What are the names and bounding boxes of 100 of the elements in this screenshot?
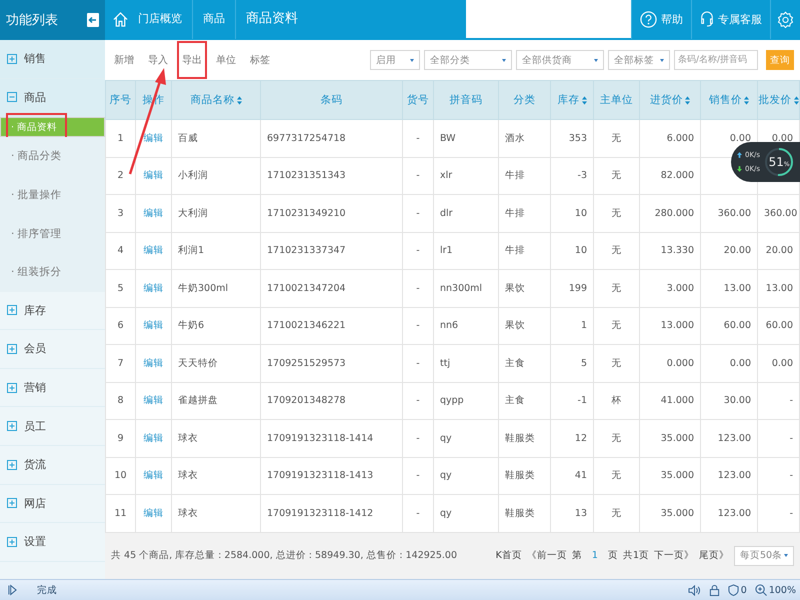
table-cell: 10: [574, 245, 587, 256]
table-cell: 3: [117, 208, 124, 219]
sidebar-subitem[interactable]: · 组装拆分: [0, 252, 105, 292]
table-cell: 1709201348278: [267, 395, 346, 406]
table-cell: 20.00: [724, 245, 751, 256]
sort-icon: [236, 96, 242, 105]
sidebar-label: 库存: [24, 302, 46, 318]
next-page-link[interactable]: 下一页》: [654, 549, 694, 562]
table-cell: 酒水: [505, 132, 525, 144]
query-button[interactable]: 查询: [766, 50, 794, 70]
table-cell: dlr: [440, 208, 453, 219]
edit-link[interactable]: 编辑: [144, 395, 164, 406]
toolbar-link[interactable]: 单位: [211, 48, 241, 72]
table-cell: 13.00: [766, 282, 793, 294]
table-cell: -: [416, 208, 420, 219]
sidebar-item[interactable]: 商品: [0, 78, 105, 118]
filter-dropdown[interactable]: 全部供货商: [516, 50, 604, 70]
lock-icon[interactable]: [708, 584, 720, 596]
table-cell: 鞋服类: [505, 470, 535, 482]
table-cell: 无: [612, 320, 622, 332]
column-header[interactable]: 销售价: [700, 80, 758, 120]
column-header[interactable]: 商品名称: [172, 80, 260, 120]
table-cell: 41.000: [660, 395, 694, 406]
table-cell: 35.000: [660, 470, 694, 482]
table-cell: 1709191323118-1412: [267, 508, 374, 519]
edit-link[interactable]: 编辑: [144, 170, 164, 182]
table-cell: 20.00: [766, 245, 793, 256]
home-icon[interactable]: [113, 10, 128, 28]
column-header[interactable]: 批发价: [758, 80, 800, 120]
help-label: 帮助: [661, 12, 683, 26]
table-cell: 1: [117, 132, 124, 144]
table-cell: 5: [117, 282, 124, 294]
sidebar-item[interactable]: 网店: [0, 484, 105, 524]
upload-arrow-icon: [737, 152, 742, 158]
first-page-link[interactable]: K首页: [496, 549, 522, 562]
page-field[interactable]: 1: [586, 550, 603, 562]
sidebar-label: 销售: [24, 51, 46, 66]
sidebar-subitem[interactable]: · 排序管理: [0, 214, 105, 253]
breadcrumb-link[interactable]: 门店概览: [128, 0, 193, 39]
column-header[interactable]: 进货价: [640, 80, 700, 120]
table-cell: qy: [440, 470, 452, 482]
table-cell: 果饮: [505, 282, 525, 294]
sidebar-item[interactable]: 库存: [0, 292, 105, 330]
edit-link[interactable]: 编辑: [144, 470, 164, 482]
edit-link[interactable]: 编辑: [144, 358, 164, 369]
table-cell: 1710021347204: [267, 282, 346, 294]
table-cell: 主食: [505, 395, 525, 406]
table-cell: 13: [574, 508, 587, 519]
toolbar-link[interactable]: 导出: [177, 41, 207, 79]
search-field[interactable]: 条码/名称/拼音码: [674, 50, 758, 70]
page-label: 页: [608, 549, 618, 562]
table-cell: 199: [568, 282, 587, 294]
edit-link[interactable]: 编辑: [144, 208, 164, 219]
table-cell: 123.00: [718, 508, 751, 519]
edit-link[interactable]: 编辑: [144, 508, 164, 519]
support-button[interactable]: 专属客服: [691, 0, 770, 39]
settings-icon: [777, 10, 794, 28]
filter-dropdown[interactable]: 全部分类: [424, 50, 512, 70]
table-cell: 1709191323118-1413: [267, 470, 374, 482]
sidebar-subitem[interactable]: · 批量操作: [0, 176, 105, 214]
help-button[interactable]: 帮助: [631, 0, 691, 39]
table-cell: 13.000: [660, 320, 694, 332]
help-icon: [640, 10, 657, 28]
table-cell: 无: [612, 132, 622, 144]
toolbar-link[interactable]: 新增: [109, 48, 139, 72]
table-cell: 12: [574, 432, 587, 444]
sidebar-label: 设置: [24, 534, 46, 550]
shield-icon[interactable]: [728, 584, 739, 596]
table-cell: 1: [580, 320, 587, 332]
column-header[interactable]: 库存: [550, 80, 594, 120]
speaker-icon[interactable]: [688, 584, 701, 596]
filter-dropdown[interactable]: 全部标签: [608, 50, 670, 70]
plus-box-icon: [7, 344, 17, 354]
edit-link[interactable]: 编辑: [144, 132, 164, 144]
filter-dropdown[interactable]: 启用: [370, 50, 420, 70]
edit-link[interactable]: 编辑: [144, 282, 164, 294]
last-page-link[interactable]: 尾页》: [699, 549, 729, 562]
zoom-level: 100%: [768, 584, 796, 596]
column-header: 序号: [106, 80, 136, 120]
breadcrumb-link[interactable]: 商品: [193, 0, 236, 39]
edit-link[interactable]: 编辑: [144, 320, 164, 332]
sidebar-item[interactable]: 销售: [0, 40, 105, 79]
sidebar-subitem[interactable]: · 商品分类: [0, 137, 105, 176]
previous-page-link[interactable]: 《前一页: [526, 549, 567, 562]
toolbar-link[interactable]: 导入: [143, 48, 173, 72]
edit-link[interactable]: 编辑: [144, 245, 164, 256]
table-cell: -: [790, 508, 793, 519]
table-cell: 主食: [505, 358, 525, 369]
zoom-icon[interactable]: [754, 584, 767, 596]
toolbar-link[interactable]: 标签: [245, 48, 275, 72]
page-size-dropdown[interactable]: 每页50条: [734, 546, 794, 566]
breadcrumb-link[interactable]: 商品资料: [236, 0, 308, 39]
table-cell: 11: [114, 508, 127, 519]
table-cell: -: [416, 170, 420, 182]
blocked-count: 0: [740, 584, 747, 596]
table-cell: 1710231351343: [267, 170, 346, 182]
table-cell: 牛排: [505, 208, 525, 219]
table-cell: 280.000: [654, 208, 694, 219]
edit-link[interactable]: 编辑: [144, 432, 164, 444]
collapse-icon[interactable]: [87, 13, 99, 27]
